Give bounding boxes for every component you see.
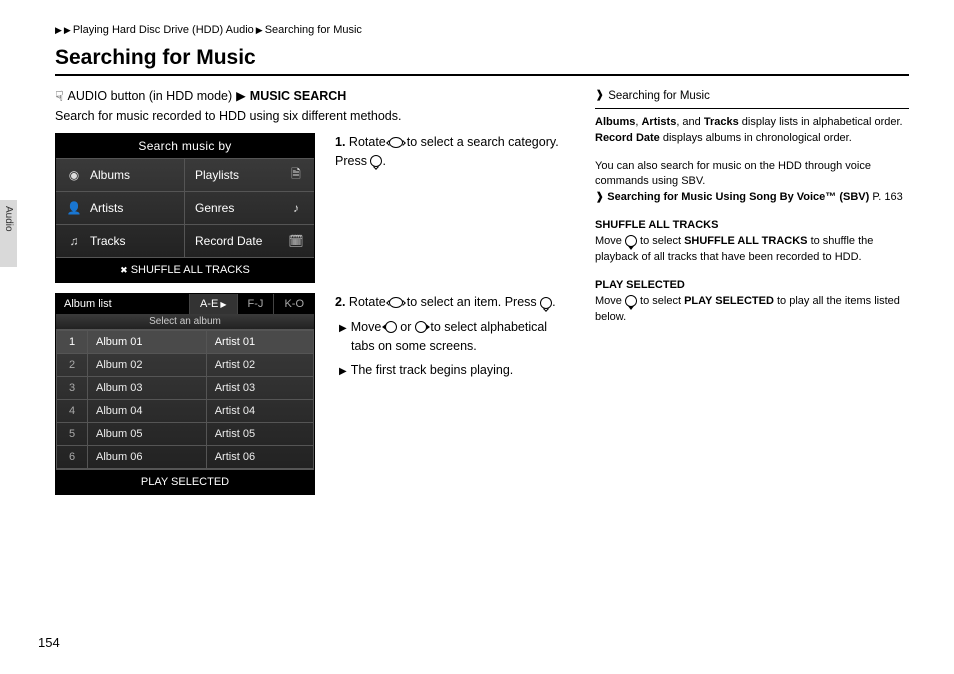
sidebar-notes: ❱ Searching for Music Albums, Artists, a… xyxy=(595,88,909,505)
note-paragraph: SHUFFLE ALL TRACKS Move to select SHUFFL… xyxy=(595,218,909,266)
table-row[interactable]: 3Album 03Artist 03 xyxy=(57,377,314,400)
screenshot-album-list: Album list A-E▶ F-J K-O Select an album … xyxy=(55,293,315,495)
category-artists[interactable]: 👤Artists xyxy=(56,191,185,224)
dial-icon xyxy=(389,137,403,148)
press-icon xyxy=(540,297,552,309)
link-ref-icon: ❱ xyxy=(595,191,604,203)
step-1: 1. Rotate to select a search category. P… xyxy=(335,133,565,283)
triangle-icon: ▶ xyxy=(55,25,62,36)
disc-icon: ◉ xyxy=(66,167,82,183)
triangle-icon: ▶ xyxy=(236,88,246,103)
command-sequence: ☟ AUDIO button (in HDD mode) ▶ MUSIC SEA… xyxy=(55,88,565,103)
person-icon: 👤 xyxy=(66,200,82,216)
table-row[interactable]: 5Album 05Artist 05 xyxy=(57,423,314,446)
step-2: 2. Rotate to select an item. Press . ▶Mo… xyxy=(335,293,565,495)
cross-reference-link[interactable]: Searching for Music Using Song By Voice™… xyxy=(607,191,869,203)
cmd-target: MUSIC SEARCH xyxy=(250,89,347,103)
table-row[interactable]: 6Album 06Artist 06 xyxy=(57,446,314,469)
note-ref-icon: ❱ xyxy=(595,88,604,104)
playlist-icon: 🗎 xyxy=(288,167,304,183)
alpha-tab-ae[interactable]: A-E▶ xyxy=(189,294,237,314)
breadcrumb-level-1: Playing Hard Disc Drive (HDD) Audio xyxy=(73,24,254,36)
triangle-icon: ▶ xyxy=(256,25,263,36)
category-record-date[interactable]: Record Date🗓 xyxy=(185,224,314,257)
alpha-tab-fj[interactable]: F-J xyxy=(237,294,274,314)
screenshot-hint: Select an album xyxy=(56,314,314,330)
category-tracks[interactable]: ♫Tracks xyxy=(56,224,185,257)
shuffle-icon: ✖ xyxy=(120,265,128,275)
cmd-pre: AUDIO button (in HDD mode) xyxy=(68,89,233,103)
triangle-icon: ▶ xyxy=(339,323,347,334)
sidebar-heading: ❱ Searching for Music xyxy=(595,88,909,109)
note-paragraph: Albums, Artists, and Tracks display list… xyxy=(595,115,909,147)
step-number: 2. xyxy=(335,295,345,309)
note-paragraph: You can also search for music on the HDD… xyxy=(595,159,909,207)
note-subheading: PLAY SELECTED xyxy=(595,279,685,291)
shuffle-all-tracks-button[interactable]: ✖ SHUFFLE ALL TRACKS xyxy=(56,257,314,282)
joystick-left-icon xyxy=(385,321,397,333)
step-number: 1. xyxy=(335,135,345,149)
page-container: ▶▶ Playing Hard Disc Drive (HDD) Audio ▶… xyxy=(0,0,954,674)
screenshot-search-categories: Search music by ◉Albums Playlists🗎 👤Arti… xyxy=(55,133,315,283)
table-row[interactable]: 1Album 01Artist 01 xyxy=(57,331,314,354)
page-number: 154 xyxy=(38,635,60,650)
category-genres[interactable]: Genres♪ xyxy=(185,191,314,224)
breadcrumb: ▶▶ Playing Hard Disc Drive (HDD) Audio ▶… xyxy=(55,24,909,36)
hand-icon: ☟ xyxy=(55,89,64,103)
page-reference: P. 163 xyxy=(872,191,902,203)
triangle-icon: ▶ xyxy=(220,300,226,309)
triangle-icon: ▶ xyxy=(64,25,71,36)
joystick-down-icon xyxy=(625,295,637,307)
screenshot-title: Album list xyxy=(56,294,189,314)
main-column: ☟ AUDIO button (in HDD mode) ▶ MUSIC SEA… xyxy=(55,88,565,505)
breadcrumb-level-2: Searching for Music xyxy=(265,24,362,36)
alpha-tab-ko[interactable]: K-O xyxy=(273,294,314,314)
album-table: 1Album 01Artist 01 2Album 02Artist 02 3A… xyxy=(56,330,314,469)
note-paragraph: PLAY SELECTED Move to select PLAY SELECT… xyxy=(595,278,909,326)
press-icon xyxy=(370,155,382,167)
category-playlists[interactable]: Playlists🗎 xyxy=(185,158,314,191)
category-albums[interactable]: ◉Albums xyxy=(56,158,185,191)
screenshot-title: Search music by xyxy=(56,134,314,158)
calendar-icon: 🗓 xyxy=(288,233,304,249)
intro-text: Search for music recorded to HDD using s… xyxy=(55,109,565,123)
note-icon: ♫ xyxy=(66,233,82,249)
table-row[interactable]: 2Album 02Artist 02 xyxy=(57,354,314,377)
joystick-down-icon xyxy=(625,235,637,247)
play-selected-button[interactable]: PLAY SELECTED xyxy=(56,469,314,494)
sidebar-heading-text: Searching for Music xyxy=(608,88,710,105)
table-row[interactable]: 4Album 04Artist 04 xyxy=(57,400,314,423)
page-title: Searching for Music xyxy=(55,46,909,76)
genre-icon: ♪ xyxy=(288,200,304,216)
note-subheading: SHUFFLE ALL TRACKS xyxy=(595,219,718,231)
dial-icon xyxy=(389,297,403,308)
joystick-right-icon xyxy=(415,321,427,333)
triangle-icon: ▶ xyxy=(339,366,347,377)
